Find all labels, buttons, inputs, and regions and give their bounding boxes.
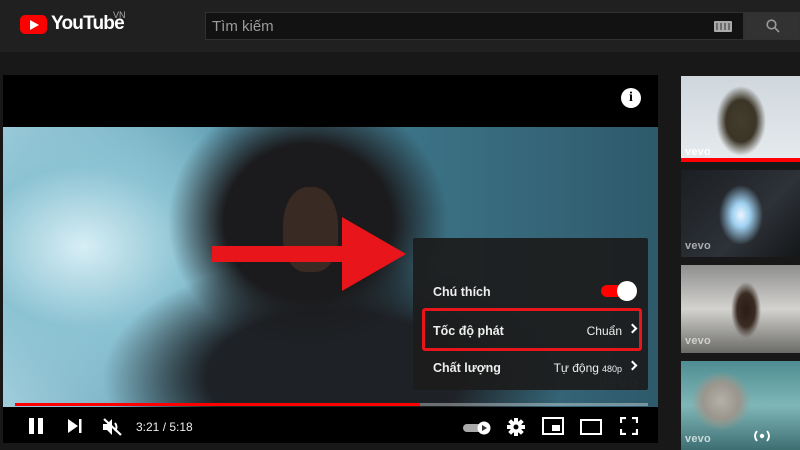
progress-played	[15, 403, 421, 406]
youtube-logo[interactable]: YouTube	[20, 13, 125, 35]
search-input[interactable]	[206, 13, 706, 39]
chevron-right-icon	[627, 360, 638, 371]
theater-icon[interactable]	[580, 419, 602, 435]
pause-button[interactable]	[27, 417, 45, 435]
menu-item-label: Chú thích	[433, 285, 491, 299]
progress-bar[interactable]	[15, 403, 648, 406]
live-broadcast-icon	[754, 430, 770, 442]
menu-item-quality[interactable]: Chất lượng Tự động 480p	[413, 350, 648, 386]
highlight-box	[422, 308, 642, 351]
menu-item-value: Tự động 480p	[554, 361, 622, 375]
thumbnail-1[interactable]: vevo	[681, 76, 800, 162]
quality-mode: Tự động	[553, 361, 599, 375]
masthead: YouTube VN	[0, 0, 800, 52]
search-icon	[766, 19, 780, 33]
menu-item-captions[interactable]: Chú thích	[413, 274, 648, 310]
vevo-label: vevo	[685, 146, 711, 158]
region-code: VN	[113, 10, 126, 20]
thumbnail-3[interactable]: vevo	[681, 265, 800, 353]
search-box[interactable]	[205, 12, 744, 40]
miniplayer-icon[interactable]	[542, 417, 564, 435]
annotation-arrow-head	[342, 217, 406, 291]
toggle-knob	[617, 281, 637, 301]
quality-tag: 480p	[601, 364, 622, 374]
watched-progress-bar	[681, 158, 800, 162]
gear-icon[interactable]	[506, 417, 526, 437]
vevo-label: vevo	[685, 433, 711, 445]
keyboard-icon[interactable]	[714, 21, 732, 32]
menu-item-label: Chất lượng	[433, 361, 501, 375]
player-controls: 3:21 / 5:18	[3, 409, 658, 443]
thumbnail-2[interactable]: vevo	[681, 170, 800, 257]
search-button[interactable]	[744, 12, 800, 40]
thumbnail-4[interactable]: vevo	[681, 361, 800, 450]
mute-icon[interactable]	[101, 417, 125, 437]
fullscreen-icon[interactable]	[620, 417, 638, 435]
next-icon[interactable]	[67, 417, 83, 435]
time-display: 3:21 / 5:18	[136, 420, 193, 434]
vevo-label: vevo	[685, 335, 711, 347]
vevo-label: vevo	[685, 240, 711, 252]
youtube-play-icon	[20, 14, 47, 34]
info-icon[interactable]: i	[621, 88, 641, 108]
annotation-arrow-shaft	[212, 246, 360, 262]
autoplay-toggle-icon[interactable]	[462, 421, 492, 435]
captions-toggle[interactable]	[601, 281, 637, 301]
